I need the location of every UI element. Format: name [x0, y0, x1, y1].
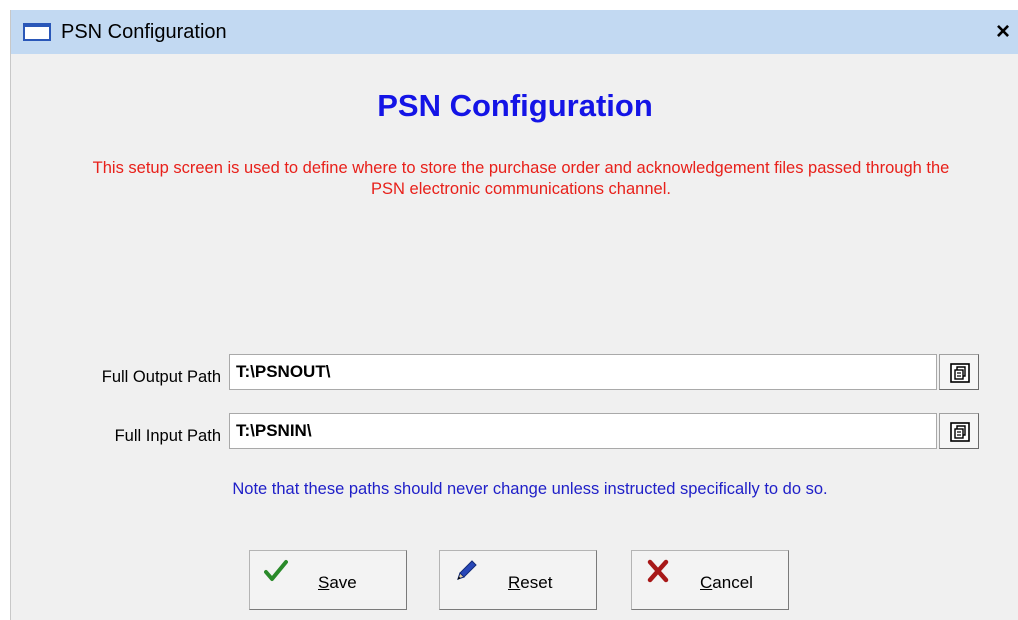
description-text: This setup screen is used to define wher…	[92, 159, 950, 198]
reset-button[interactable]: Reset	[439, 550, 597, 610]
note-text: Note that these paths should never chang…	[232, 480, 828, 498]
pencil-icon	[457, 560, 477, 580]
checkmark-icon	[264, 560, 288, 581]
save-button[interactable]: Save	[249, 550, 407, 610]
output-path-label: Full Output Path	[101, 368, 221, 386]
close-button[interactable]: ×	[991, 18, 1015, 46]
browse-folder-icon	[950, 363, 970, 383]
cancel-button-label: Cancel	[700, 573, 753, 592]
save-button-label: Save	[318, 573, 357, 592]
x-mark-icon	[647, 559, 669, 583]
dialog-window: PSN Configuration × PSN Configuration Th…	[10, 10, 1018, 620]
window-icon	[23, 23, 51, 41]
browse-output-button[interactable]	[939, 354, 979, 390]
title-bar[interactable]: PSN Configuration ×	[11, 10, 1018, 54]
input-path-label: Full Input Path	[114, 427, 221, 445]
window-title: PSN Configuration	[61, 21, 227, 43]
page-heading: PSN Configuration	[377, 88, 653, 123]
reset-button-label: Reset	[508, 573, 553, 592]
cancel-button[interactable]: Cancel	[631, 550, 789, 610]
browse-folder-icon	[950, 422, 970, 442]
output-path-input[interactable]	[229, 354, 937, 390]
browse-input-button[interactable]	[939, 413, 979, 449]
input-path-input[interactable]	[229, 413, 937, 449]
